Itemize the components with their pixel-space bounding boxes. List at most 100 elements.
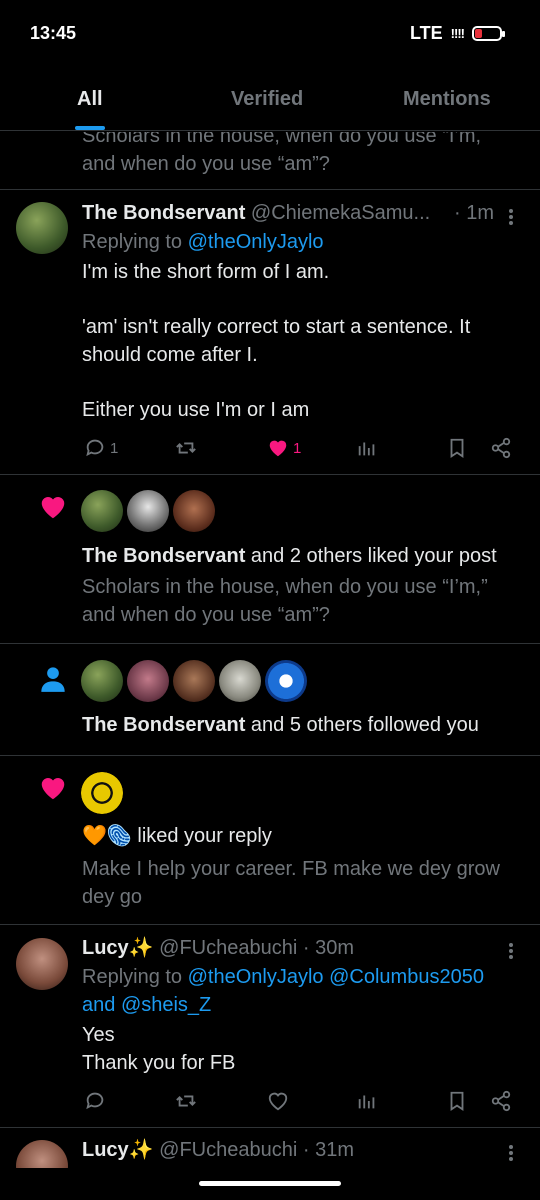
tab-active-indicator [75, 126, 105, 130]
author-name[interactable]: Lucy✨ [82, 937, 154, 959]
liked-reply-line2: dey go [82, 886, 143, 908]
mention-link[interactable]: @Columbus2050 [329, 966, 484, 988]
bookmark-icon [450, 438, 464, 458]
retweet-icon [176, 1095, 196, 1107]
divider [0, 189, 540, 190]
author-handle: @ChiemekaSamu... [250, 202, 431, 224]
avatar[interactable] [127, 490, 169, 532]
tab-mentions[interactable]: Mentions [403, 88, 491, 111]
battery-level [475, 29, 482, 38]
reply-icon [86, 1092, 104, 1110]
author-name[interactable]: The Bondservant [82, 202, 245, 224]
actor-name[interactable]: The Bondservant [82, 714, 245, 736]
tab-all[interactable]: All [77, 88, 103, 111]
tab-verified[interactable]: Verified [231, 88, 303, 111]
heart-icon [41, 778, 65, 800]
status-indicators: LTE !!!! [410, 23, 505, 44]
avatar[interactable] [16, 938, 68, 990]
like-button[interactable]: 1 [267, 437, 301, 459]
replying-to-more[interactable]: and @sheis_Z [82, 991, 211, 1019]
divider [0, 474, 540, 475]
share-button[interactable] [490, 437, 512, 459]
share-icon [491, 437, 511, 459]
author-name[interactable]: Lucy✨ [82, 1139, 154, 1161]
share-icon [491, 1090, 511, 1112]
reply-like-notification-text[interactable]: 🧡🫆 liked your reply [82, 822, 272, 850]
reply-text-2: 'am' isn't really correct to start a sen… [82, 316, 471, 338]
retweet-button[interactable] [175, 437, 197, 459]
reply-text-4: Either you use I'm or I am [82, 399, 310, 421]
person-icon [41, 667, 65, 692]
more-icon[interactable] [508, 942, 514, 960]
views-button[interactable] [356, 1090, 378, 1112]
network-label: LTE [410, 23, 443, 43]
battery-icon [472, 26, 505, 41]
notification-action: liked your reply [131, 825, 272, 847]
heart-icon [41, 497, 65, 519]
bookmark-button[interactable] [446, 1090, 468, 1112]
heart-icon [268, 1092, 288, 1111]
reply-text-3: should come after I. [82, 344, 258, 366]
notification-action: and 2 others liked your post [245, 545, 497, 567]
mention-link[interactable]: @sheis_Z [121, 994, 211, 1016]
heart-icon [269, 440, 287, 457]
bookmark-icon [450, 1091, 464, 1111]
avatar[interactable] [173, 660, 215, 702]
author-handle: @FUcheabuchi [159, 1139, 298, 1161]
notification-tabs: All Verified Mentions [0, 70, 540, 131]
liked-post-line1: Scholars in the house, when do you use “… [82, 576, 488, 598]
reply-icon [86, 439, 104, 457]
post-time: · 1m [454, 202, 494, 224]
liked-reply-line1: Make I help your career. FB make we dey … [82, 858, 500, 880]
avatar[interactable] [81, 660, 123, 702]
avatar[interactable] [16, 1140, 68, 1168]
like-button[interactable] [267, 1090, 289, 1112]
post-time: · 31m [302, 1139, 354, 1161]
reply-button[interactable]: 1 [84, 437, 118, 459]
reply-text-2: Thank you for FB [82, 1052, 236, 1074]
reply-header: The Bondservant @ChiemekaSamu... [82, 199, 430, 227]
retweet-icon [176, 442, 196, 454]
more-icon[interactable] [508, 208, 514, 226]
avatar[interactable] [81, 772, 123, 814]
reply-button[interactable] [84, 1090, 106, 1112]
views-icon [358, 1095, 375, 1109]
mention-link[interactable]: @theOnlyJaylo [188, 231, 324, 253]
cutoff-post-line2: and when do you use “am”? [82, 153, 330, 175]
avatar[interactable] [127, 660, 169, 702]
replying-prefix: Replying to [82, 231, 188, 253]
post-time: · 30m [302, 937, 354, 959]
reply-header: Lucy✨ @FUcheabuchi · 31m [82, 1136, 354, 1164]
reply-header: Lucy✨ @FUcheabuchi · 30m [82, 934, 354, 962]
share-button[interactable] [490, 1090, 512, 1112]
reply-item-cutoff[interactable]: Lucy✨ @FUcheabuchi · 31m [0, 1128, 540, 1168]
status-bar: 13:45 LTE !!!! [0, 0, 540, 64]
like-notification-text[interactable]: The Bondservant and 2 others liked your … [82, 542, 497, 570]
follow-notification-text[interactable]: The Bondservant and 5 others followed yo… [82, 711, 479, 739]
divider [0, 924, 540, 925]
avatar[interactable] [219, 660, 261, 702]
views-button[interactable] [356, 437, 378, 459]
avatar[interactable] [265, 660, 307, 702]
actor-name[interactable]: The Bondservant [82, 545, 245, 567]
replying-to: Replying to @theOnlyJaylo @Columbus2050 [82, 963, 484, 991]
reply-text-1: Yes [82, 1024, 115, 1046]
status-time: 13:45 [30, 23, 77, 43]
and-label: and [82, 994, 121, 1016]
replying-prefix: Replying to [82, 966, 188, 988]
avatar[interactable] [81, 490, 123, 532]
liked-post-line2: and when do you use “am”? [82, 604, 330, 626]
bookmark-button[interactable] [446, 437, 468, 459]
avatar[interactable] [16, 202, 68, 254]
views-icon [358, 442, 375, 456]
actor-emoji-name[interactable]: 🧡🫆 [82, 825, 132, 847]
retweet-button[interactable] [175, 1090, 197, 1112]
avatar[interactable] [173, 490, 215, 532]
like-count: 1 [293, 439, 302, 457]
divider [0, 755, 540, 756]
mention-link[interactable]: @theOnlyJaylo [188, 966, 324, 988]
more-icon[interactable] [508, 1144, 514, 1162]
home-indicator[interactable] [199, 1181, 341, 1186]
notification-action: and 5 others followed you [245, 714, 479, 736]
reply-text-1: I'm is the short form of I am. [82, 261, 330, 283]
